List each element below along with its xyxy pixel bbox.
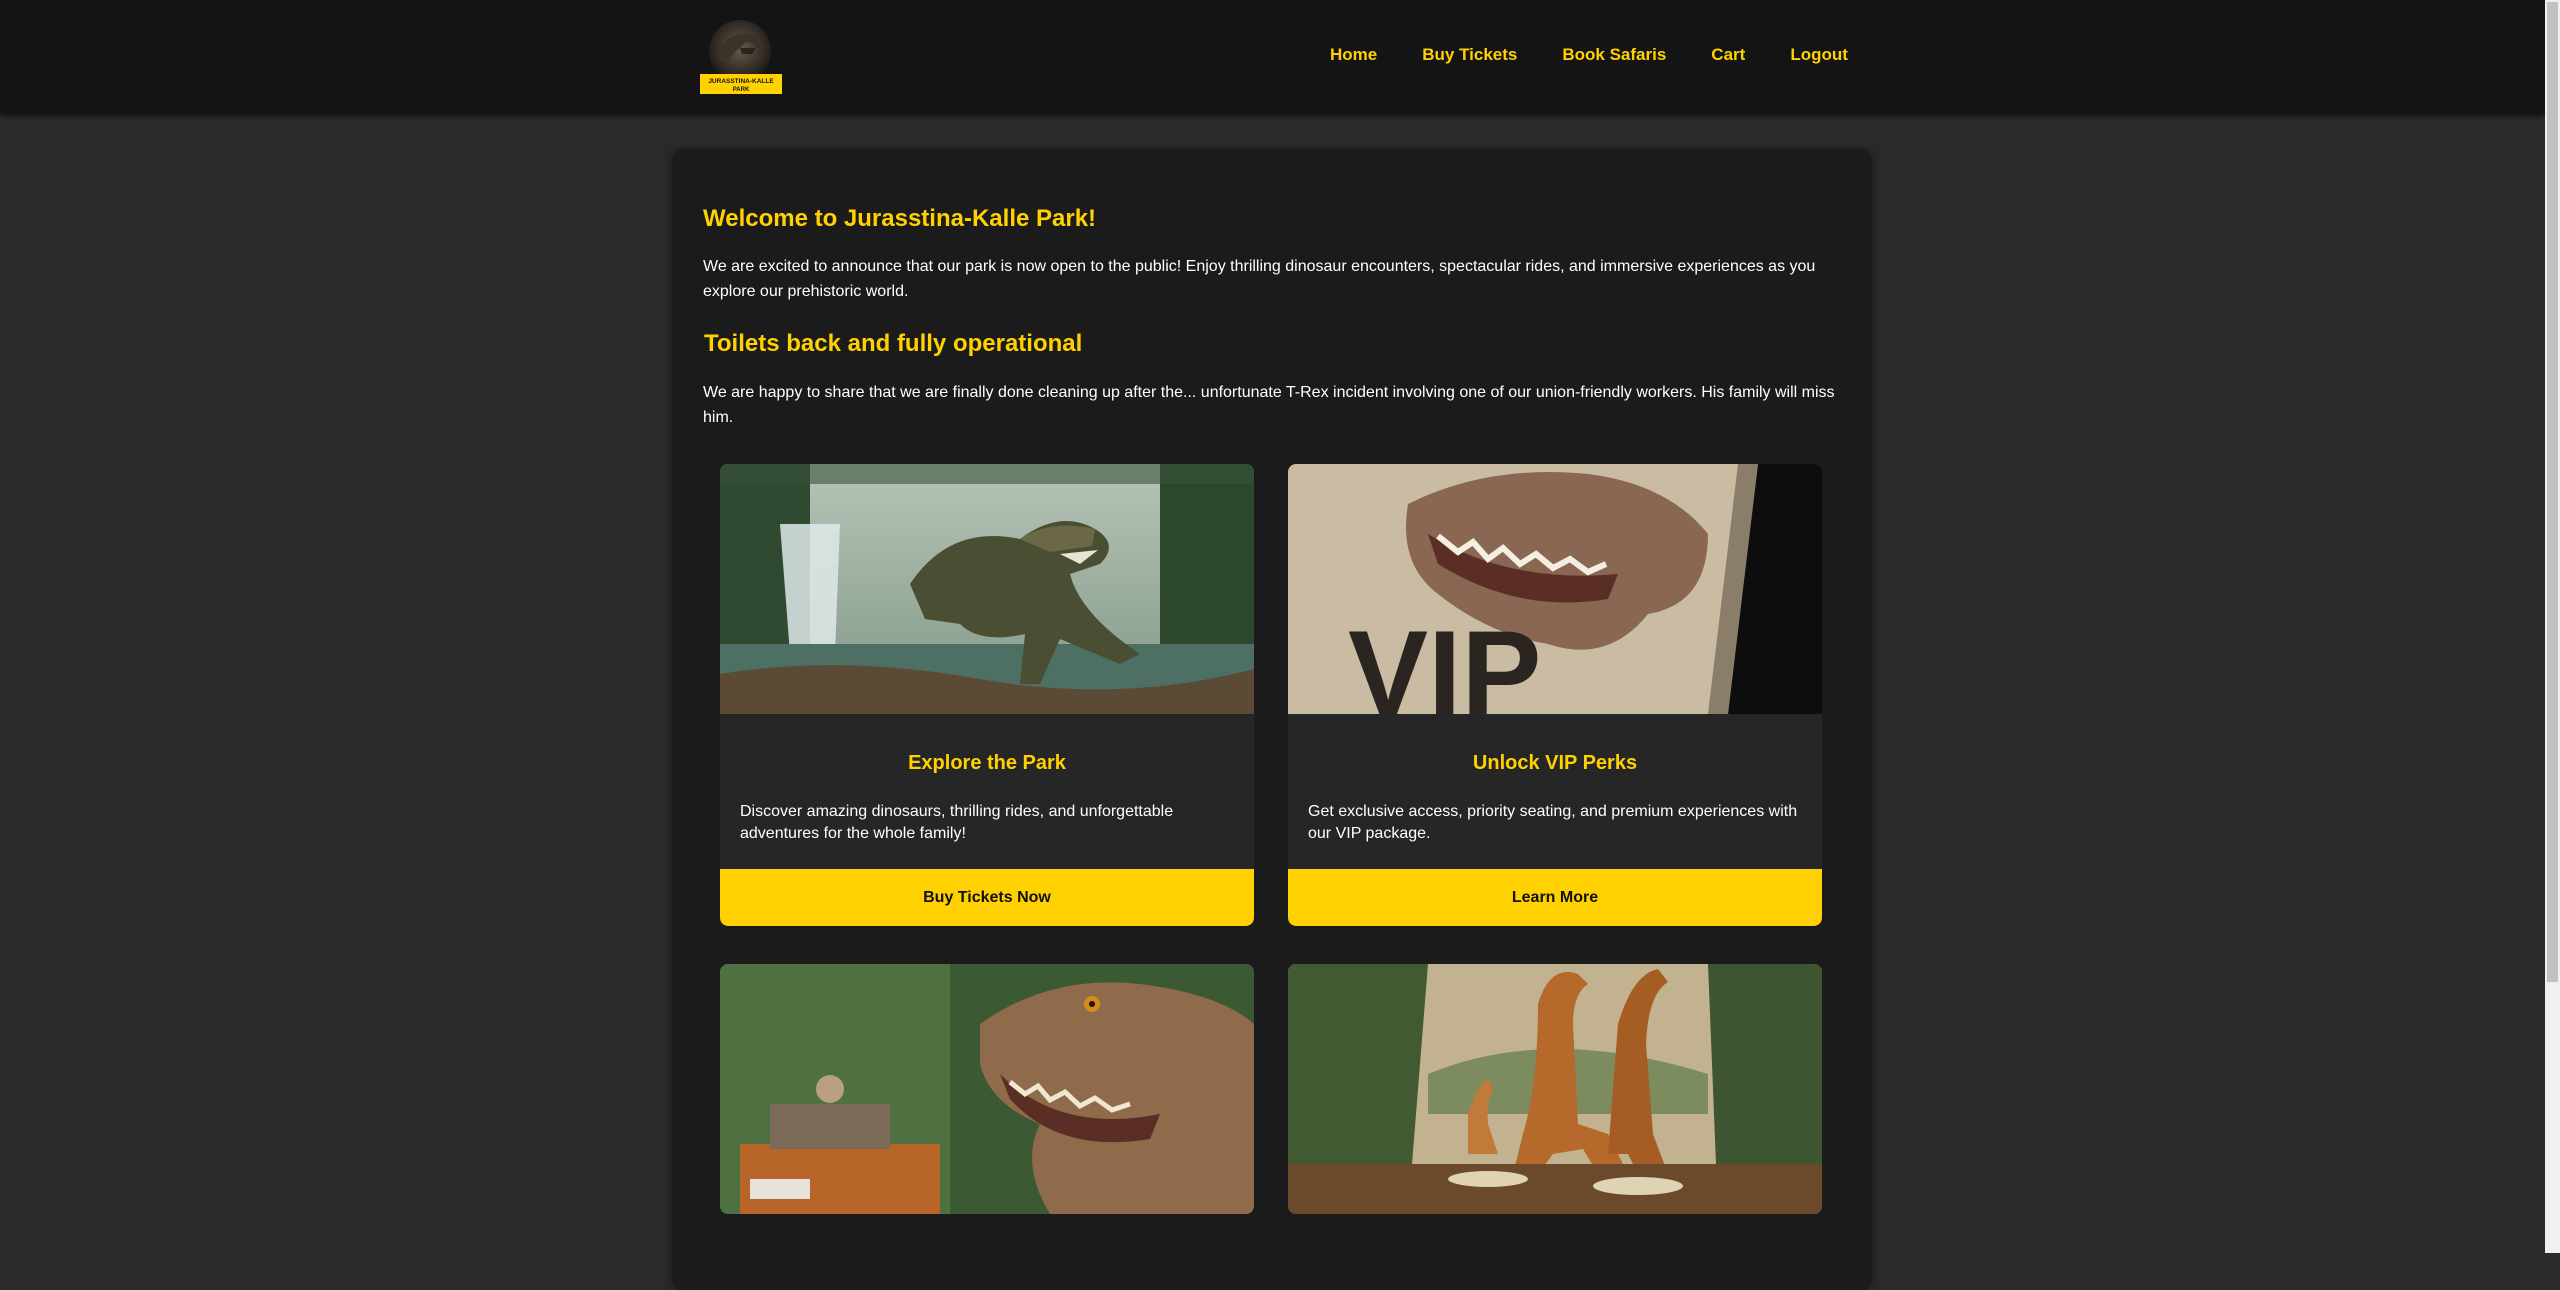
nav-cart-link[interactable]: Cart [1711,45,1745,65]
welcome-title: Welcome to Jurasstina-Kalle Park! [703,205,1097,232]
card-title: Explore the Park [908,752,1066,774]
explore-park-card: Explore the Park Discover amazing dinosa… [720,464,1254,926]
svg-text:JURASSTINA-KALLE: JURASSTINA-KALLE [708,78,774,85]
top-navbar: JURASSTINA-KALLE PARK Home Buy Tickets B… [0,0,2545,114]
learn-more-button[interactable]: Learn More [1288,869,1822,926]
buy-tickets-now-button[interactable]: Buy Tickets Now [720,869,1254,926]
card-title: Unlock VIP Perks [1472,752,1638,774]
safari-jeep-dinosaur-image [720,964,1254,1214]
card-description: Discover amazing dinosaurs, thrilling ri… [740,803,1174,842]
nav-links: Home Buy Tickets Book Safaris Cart Logou… [1330,45,1893,65]
main-content-panel: Welcome to Jurasstina-Kalle Park! We are… [672,150,1872,1290]
nav-logout-link[interactable]: Logout [1790,45,1848,65]
brachiosaurus-dining-image [1288,964,1822,1214]
dining-card [1288,964,1822,1214]
safari-card [720,964,1254,1214]
card-description: Get exclusive access, priority seating, … [1308,803,1798,842]
vip-perks-card: VIP Unlock VIP Perks Get exclusive acces… [1288,464,1822,926]
park-logo-icon: JURASSTINA-KALLE PARK [700,20,782,94]
toilets-title: Toilets back and fully operational [704,330,1083,357]
nav-home-link[interactable]: Home [1330,45,1377,65]
nav-book-safaris-link[interactable]: Book Safaris [1562,45,1666,65]
nav-buy-tickets-link[interactable]: Buy Tickets [1422,45,1517,65]
park-logo[interactable]: JURASSTINA-KALLE PARK [700,18,782,98]
scrollbar-thumb[interactable] [2547,2,2558,982]
welcome-text: We are excited to announce that our park… [703,258,1816,300]
svg-text:VIP: VIP [1348,606,1541,714]
vip-ticket-dinosaur-image: VIP [1288,464,1822,714]
t-rex-waterfall-image [720,464,1254,714]
svg-text:PARK: PARK [733,87,750,93]
toilets-text: We are happy to share that we are finall… [703,384,1835,426]
